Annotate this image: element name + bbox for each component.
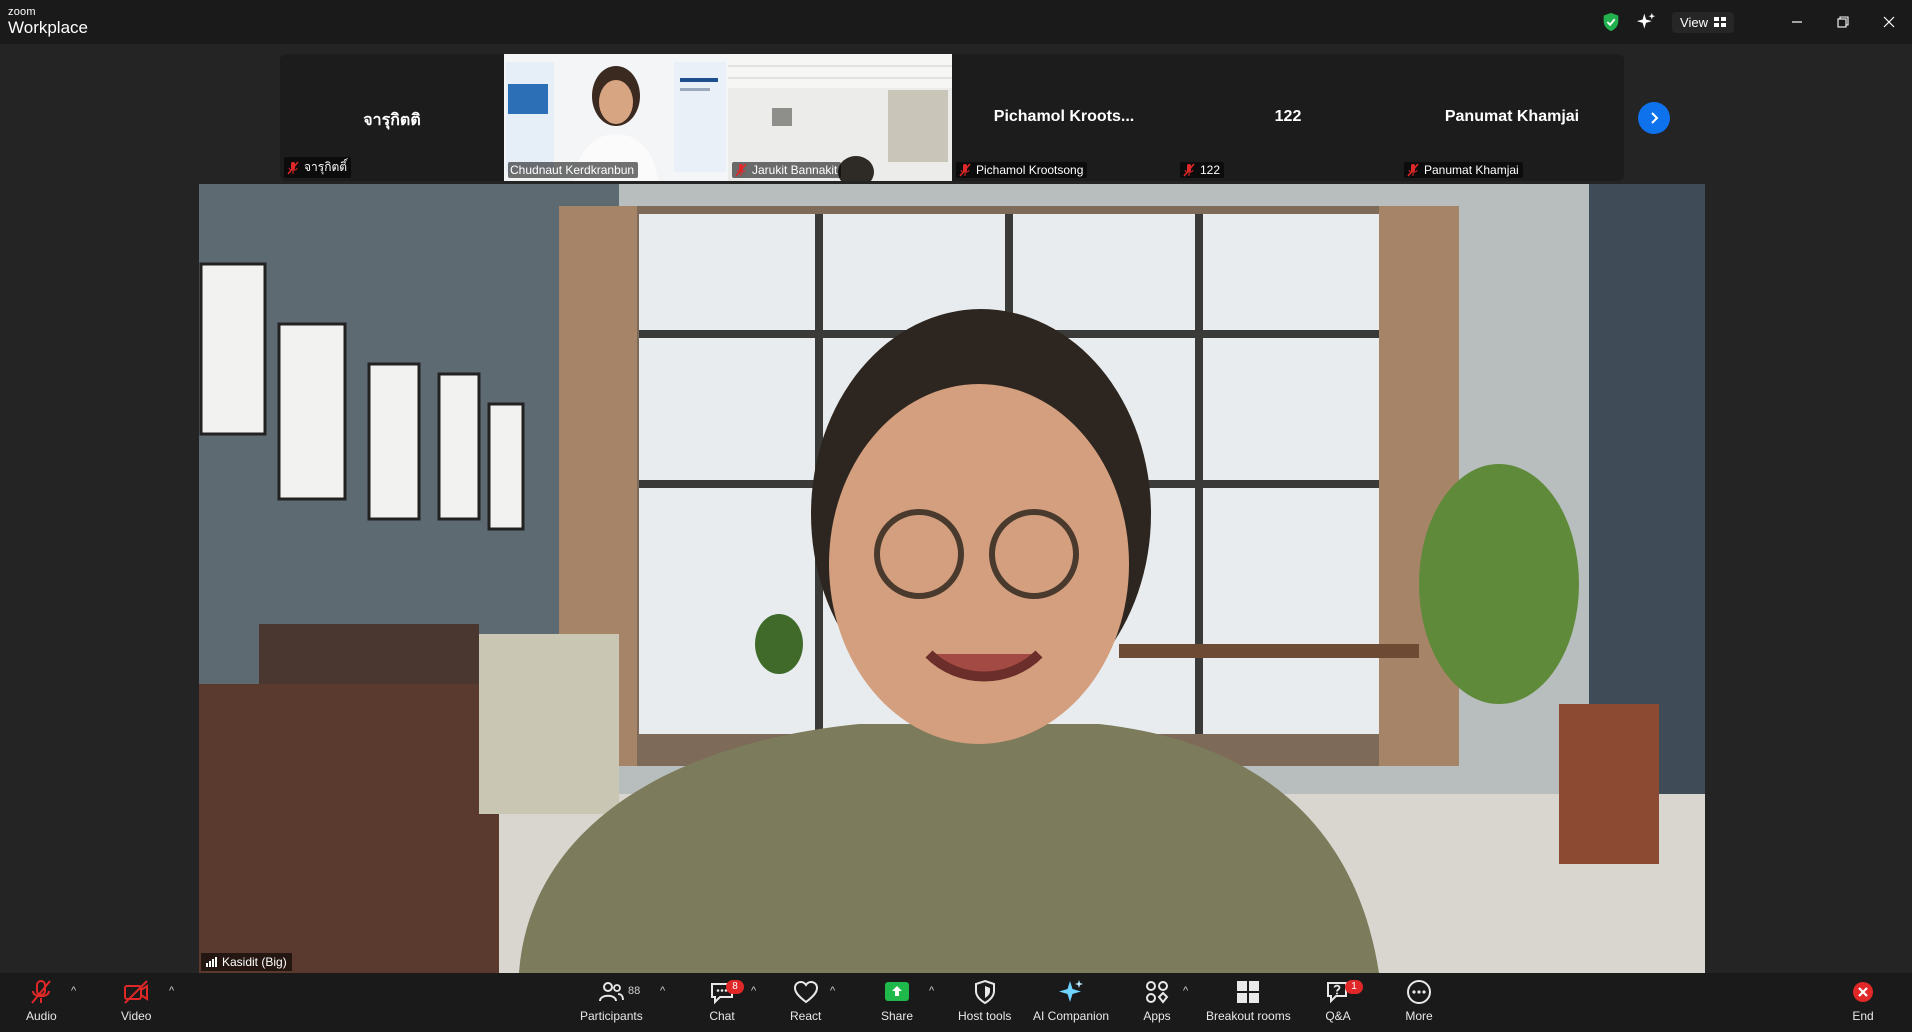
participant-strip: จารุกิตติ จารุกิตติ์ Chudnaut Kerdkranbu… — [280, 54, 1624, 181]
ai-sparkle-icon[interactable] — [1636, 12, 1656, 32]
ai-companion-label: AI Companion — [1033, 1009, 1110, 1023]
participant-label-text: Chudnaut Kerdkranbun — [510, 163, 635, 177]
signal-strength-icon — [206, 957, 217, 967]
apps-button[interactable]: Apps — [1143, 978, 1171, 1023]
minimize-button[interactable] — [1774, 0, 1820, 44]
participant-display-name: Pichamol Kroots... — [993, 108, 1135, 125]
participants-count: 88 — [628, 985, 641, 997]
chevron-right-icon — [1651, 112, 1659, 124]
camera-off-icon — [124, 980, 149, 1004]
participant-video-tile[interactable]: Chudnaut Kerdkranbun — [504, 54, 728, 181]
react-options-caret[interactable]: ^ — [830, 985, 835, 997]
participant-label: Jarukit Bannakit — [732, 162, 842, 178]
close-window-button[interactable] — [1866, 0, 1912, 44]
close-icon — [1883, 16, 1895, 28]
app-logo: zoom Workplace — [8, 6, 88, 37]
video-button[interactable]: Video — [121, 978, 151, 1023]
audio-options-caret[interactable]: ^ — [71, 985, 76, 997]
minimize-icon — [1792, 21, 1802, 23]
participants-icon — [599, 982, 625, 1002]
grid-view-icon — [1714, 17, 1726, 27]
meeting-toolbar: Audio ^ Video ^ Participants 88 ^ Chat 8… — [0, 973, 1912, 1032]
audio-button[interactable]: Audio — [26, 978, 57, 1023]
mic-muted-icon — [287, 161, 299, 174]
participant-label-text: 122 — [1200, 163, 1221, 177]
mic-muted-icon — [959, 163, 971, 177]
microphone-muted-icon — [31, 980, 52, 1004]
participant-tile[interactable]: Panumat Khamjai Panumat Khamjai — [1400, 54, 1624, 181]
breakout-rooms-label: Breakout rooms — [1206, 1009, 1291, 1023]
end-meeting-button[interactable]: End — [1849, 978, 1877, 1023]
breakout-rooms-icon — [1237, 981, 1260, 1003]
ai-companion-button[interactable]: AI Companion — [1033, 978, 1109, 1023]
host-tools-label: Host tools — [958, 1009, 1012, 1023]
shield-icon — [974, 979, 995, 1005]
breakout-rooms-button[interactable]: Breakout rooms — [1206, 978, 1291, 1023]
video-label: Video — [121, 1009, 152, 1023]
restore-icon — [1837, 16, 1849, 28]
participant-label: Chudnaut Kerdkranbun — [508, 162, 639, 178]
speaker-name: Kasidit (Big) — [222, 955, 287, 969]
apps-options-caret[interactable]: ^ — [1183, 985, 1188, 997]
participant-label: Pichamol Krootsong — [956, 162, 1088, 178]
share-button[interactable]: Share — [881, 978, 913, 1023]
more-button[interactable]: More — [1405, 978, 1433, 1023]
participant-label: 122 — [1180, 162, 1225, 178]
speaker-label: Kasidit (Big) — [201, 953, 292, 971]
title-bar: zoom Workplace View — [0, 0, 1912, 44]
chat-options-caret[interactable]: ^ — [751, 985, 756, 997]
brand-big: Workplace — [8, 18, 88, 37]
participant-label: Panumat Khamjai — [1404, 162, 1523, 178]
encryption-shield-icon[interactable] — [1600, 11, 1622, 33]
react-button[interactable]: React — [790, 978, 821, 1023]
mic-muted-icon — [1407, 163, 1419, 177]
apps-label: Apps — [1143, 1009, 1171, 1023]
heart-icon — [793, 980, 818, 1004]
participants-label: Participants — [580, 1009, 643, 1023]
video-options-caret[interactable]: ^ — [169, 985, 174, 997]
react-label: React — [790, 1009, 822, 1023]
end-label: End — [1852, 1009, 1874, 1023]
active-speaker-video: Kasidit (Big) — [199, 184, 1705, 973]
participant-tile[interactable]: จารุกิตติ จารุกิตติ์ — [280, 54, 504, 181]
ai-companion-icon — [1059, 980, 1084, 1002]
participant-video-tile[interactable]: Jarukit Bannakit — [728, 54, 952, 181]
more-options-icon — [1407, 980, 1431, 1004]
apps-icon — [1146, 981, 1169, 1004]
participant-display-name: 122 — [1274, 108, 1302, 125]
participant-label-text: Jarukit Bannakit — [752, 163, 838, 177]
share-options-caret[interactable]: ^ — [929, 985, 934, 997]
speaker-video-image — [199, 184, 1705, 973]
participant-tile[interactable]: Pichamol Kroots... Pichamol Krootsong — [952, 54, 1176, 181]
share-label: Share — [881, 1009, 914, 1023]
chat-label: Chat — [709, 1009, 735, 1023]
audio-label: Audio — [26, 1009, 57, 1023]
participant-display-name: Panumat Khamjai — [1444, 108, 1580, 125]
view-button[interactable]: View — [1672, 11, 1734, 33]
participant-display-name: จารุกิตติ — [363, 112, 421, 129]
participants-options-caret[interactable]: ^ — [660, 985, 665, 997]
participant-label-text: จารุกิตติ์ — [304, 160, 348, 174]
qa-label: Q&A — [1325, 1009, 1351, 1023]
view-label: View — [1680, 14, 1708, 30]
qa-unread-badge: 1 — [1345, 980, 1363, 994]
restore-button[interactable] — [1820, 0, 1866, 44]
mic-muted-icon — [1183, 163, 1195, 177]
share-screen-icon — [885, 982, 910, 1001]
chat-unread-badge: 8 — [726, 980, 744, 994]
brand-small: zoom — [8, 6, 36, 18]
participant-tile[interactable]: 122 122 — [1176, 54, 1400, 181]
participant-label: จารุกิตติ์ — [284, 157, 352, 178]
participant-label-text: Panumat Khamjai — [1424, 163, 1519, 177]
participant-label-text: Pichamol Krootsong — [976, 163, 1084, 177]
host-tools-button[interactable]: Host tools — [958, 978, 1011, 1023]
mic-muted-icon — [735, 163, 747, 177]
next-page-button[interactable] — [1638, 102, 1670, 134]
more-label: More — [1405, 1009, 1433, 1023]
end-call-icon — [1853, 982, 1873, 1002]
